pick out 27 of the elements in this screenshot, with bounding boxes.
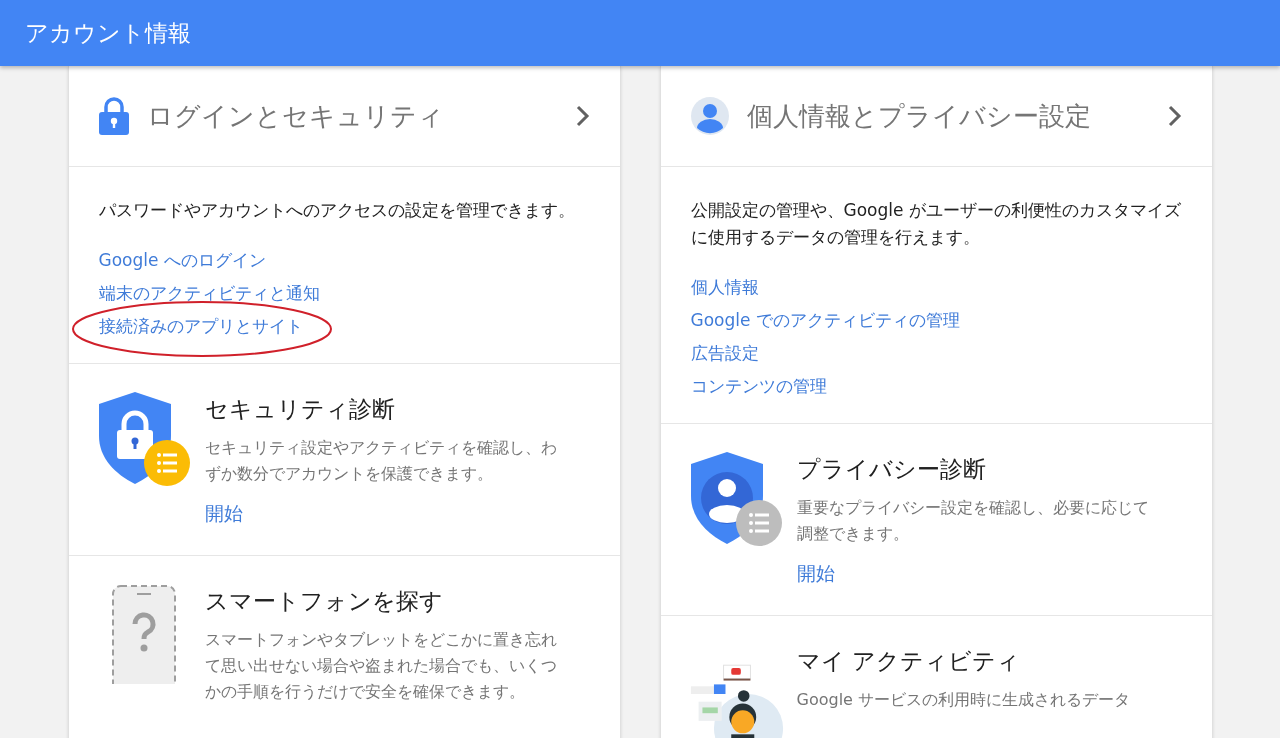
card-description: パスワードやアカウントへのアクセスの設定を管理できます。	[98, 199, 576, 222]
feature-title: マイ アクティビティ	[796, 647, 1020, 676]
feature-title: プライバシー診断	[796, 455, 986, 484]
feature-description: 重要なプライバシー設定を確認し、必要に応じて調整できます。	[796, 497, 1150, 545]
start-link[interactable]: 開始	[796, 561, 835, 587]
start-link[interactable]: 開始	[204, 501, 243, 527]
feature-description: スマートフォンやタブレットをどこかに置き忘れて思い出せない場合や盗まれた場合でも、いくつかの手順を行うだけで安全を確保できます。	[204, 629, 558, 703]
card-title: ログインとセキュリティ	[146, 99, 445, 133]
feature-title: スマートフォンを探す	[204, 587, 443, 616]
settings-link[interactable]: Google でのアクティビティの管理	[690, 310, 960, 330]
settings-link[interactable]: Google へのログイン	[98, 250, 266, 270]
lock-icon	[98, 97, 129, 135]
card-title: 個人情報とプライバシー設定	[746, 99, 1092, 133]
privacy-shield-icon	[688, 452, 785, 548]
settings-link[interactable]: 端末のアクティビティと通知	[98, 283, 320, 303]
page-title: アカウント情報	[25, 18, 191, 48]
card-description: 公開設定の管理や、Google がユーザーの利便性のカスタマイズに使用するデータの管理を行えます。	[690, 199, 1182, 249]
security-shield-icon	[96, 392, 193, 488]
person-icon	[690, 97, 729, 135]
chevron-right-icon[interactable]	[575, 105, 590, 127]
feature-description: Google サービスの利用時に生成されるデータ	[796, 689, 1130, 711]
feature-description: セキュリティ設定やアクティビティを確認し、わずか数分でアカウントを保護できます。	[204, 437, 558, 485]
chevron-right-icon[interactable]	[1167, 105, 1182, 127]
settings-link[interactable]: 広告設定	[690, 343, 759, 363]
settings-link[interactable]: コンテンツの管理	[690, 376, 827, 396]
settings-link[interactable]: 個人情報	[690, 277, 759, 297]
feature-title: セキュリティ診断	[204, 395, 395, 424]
